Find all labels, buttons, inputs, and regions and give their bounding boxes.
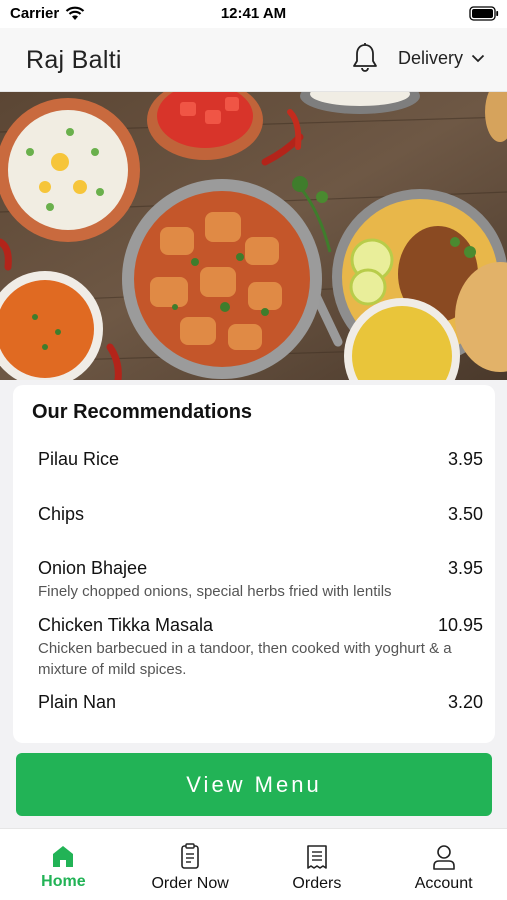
menu-item-name: Plain Nan	[38, 692, 117, 712]
menu-item-name: Chicken Tikka Masala	[38, 615, 214, 635]
menu-item[interactable]: Chicken Tikka Masala 10.95 Chicken barbe…	[38, 615, 483, 680]
battery-icon	[469, 6, 499, 25]
app-header: Raj Balti Delivery	[0, 28, 507, 92]
menu-item[interactable]: Pilau Rice 3.95	[38, 449, 483, 470]
view-menu-button[interactable]: View Menu	[16, 753, 492, 816]
menu-item-price: 3.95	[447, 449, 483, 469]
tab-order-now[interactable]: Order Now	[127, 829, 254, 900]
tab-label: Home	[41, 873, 86, 890]
menu-item-price: 3.50	[447, 504, 483, 524]
menu-item[interactable]: Chips 3.50	[38, 504, 483, 525]
home-icon	[53, 846, 74, 867]
tab-bar: Home Order Now Orders Account	[0, 828, 507, 900]
menu-item-name: Pilau Rice	[38, 449, 120, 469]
hero-food-image	[0, 92, 507, 380]
order-icon	[181, 843, 199, 869]
tab-orders[interactable]: Orders	[254, 829, 381, 900]
restaurant-title: Raj Balti	[26, 46, 122, 74]
delivery-mode-dropdown[interactable]: Delivery	[398, 48, 485, 69]
menu-item-name: Onion Bhajee	[38, 558, 148, 578]
status-bar: Carrier 12:41 AM	[0, 0, 507, 28]
tab-label: Order Now	[151, 875, 229, 892]
tab-label: Orders	[292, 875, 342, 892]
status-time: 12:41 AM	[220, 5, 287, 22]
chevron-down-icon	[471, 54, 485, 63]
menu-item-description: Finely chopped onions, special herbs fri…	[38, 583, 392, 600]
menu-item-description: Chicken barbecued in a tandoor, then coo…	[38, 640, 452, 678]
recommendations-card: Our Recommendations Pilau Rice 3.95 Chip…	[13, 385, 495, 743]
menu-item-price: 3.95	[447, 558, 483, 578]
receipt-icon	[307, 845, 327, 869]
tab-home[interactable]: Home	[0, 829, 127, 900]
menu-item[interactable]: Plain Nan 3.20	[38, 692, 483, 713]
user-icon	[432, 845, 455, 870]
tab-label: Account	[414, 875, 473, 892]
menu-item-name: Chips	[38, 504, 85, 524]
tab-account[interactable]: Account	[380, 829, 507, 900]
bell-icon[interactable]	[350, 42, 380, 74]
menu-item-price: 3.20	[447, 692, 483, 712]
recommendations-title: Our Recommendations	[32, 401, 253, 423]
menu-item[interactable]: Onion Bhajee 3.95 Finely chopped onions,…	[38, 558, 483, 602]
menu-item-price: 10.95	[437, 615, 483, 635]
delivery-mode-label: Delivery	[398, 48, 464, 68]
